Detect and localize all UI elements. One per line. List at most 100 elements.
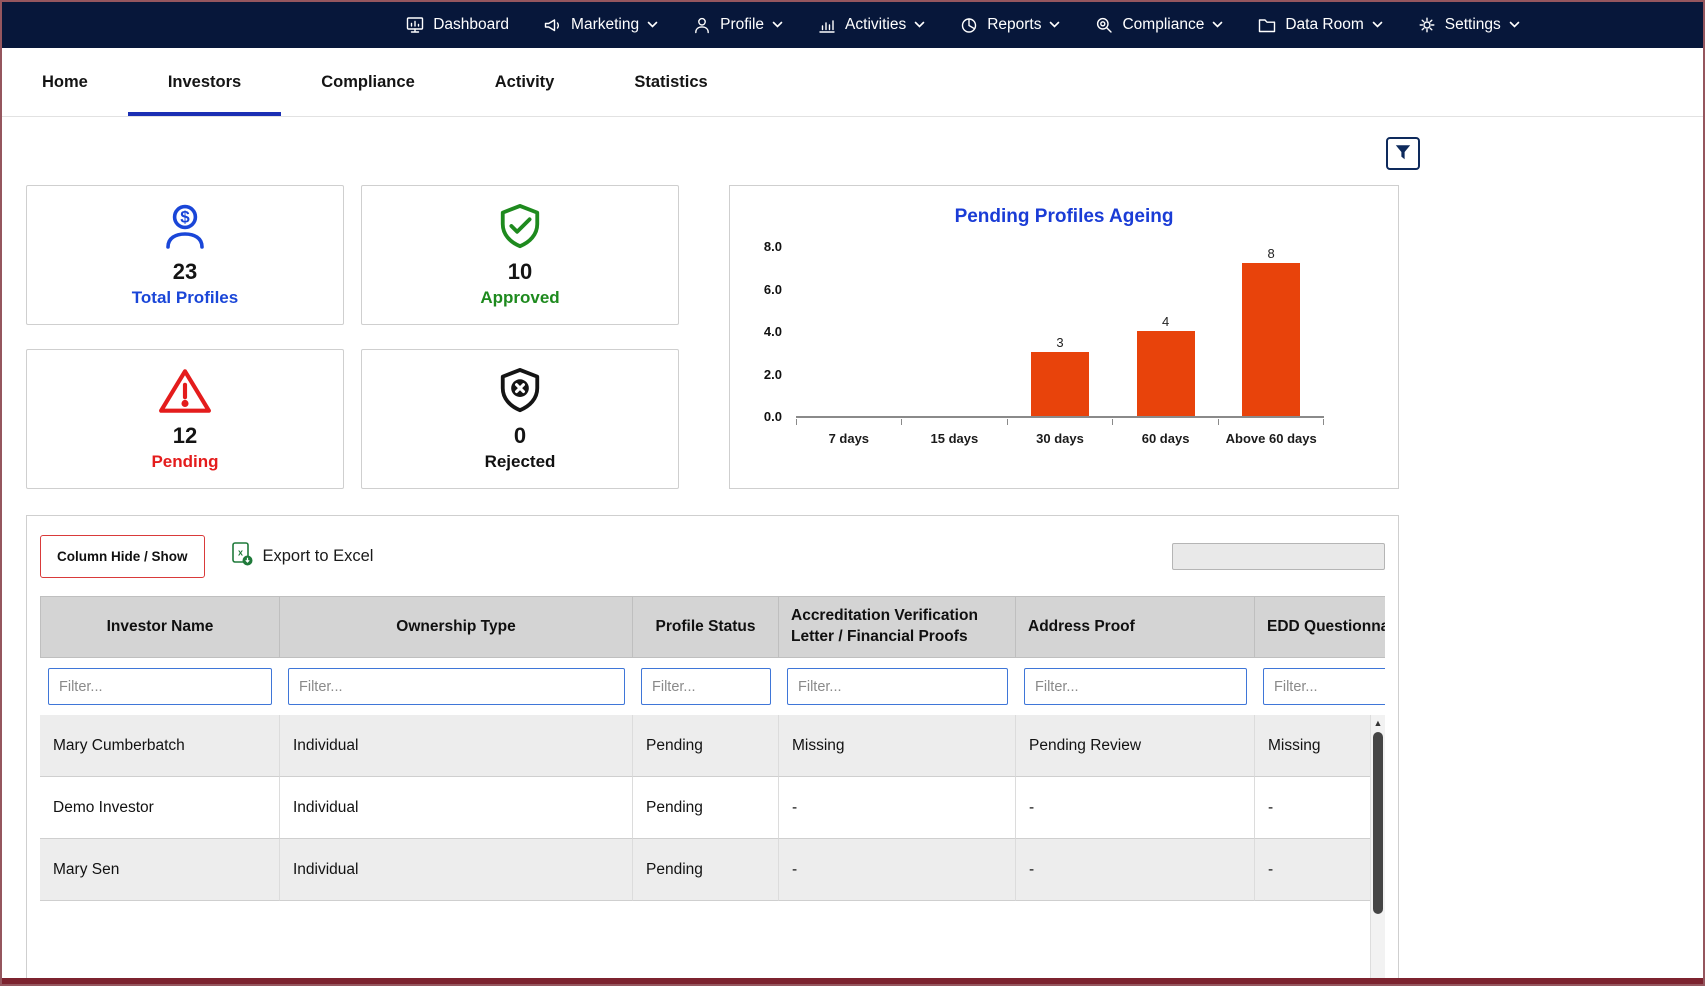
- table-header-row: Investor Name Ownership Type Profile Sta…: [40, 596, 1385, 658]
- profiles-icon: $: [159, 203, 211, 256]
- y-tick-label: 6.0: [764, 282, 782, 297]
- column-header-investor-name[interactable]: Investor Name: [40, 596, 280, 658]
- nav-label: Activities: [845, 16, 906, 34]
- nav-item-profile[interactable]: Profile: [692, 15, 783, 35]
- chevron-down-icon: [1509, 21, 1520, 29]
- card-value: 23: [173, 259, 197, 285]
- cell-investor-name: Demo Investor: [40, 777, 280, 839]
- chevron-down-icon: [1049, 21, 1060, 29]
- export-to-excel-button[interactable]: x Export to Excel: [229, 541, 374, 572]
- chart-bar: [1242, 263, 1300, 416]
- card-label: Pending: [151, 452, 218, 472]
- table-toolbar: Column Hide / Show x Export to Excel: [27, 516, 1398, 596]
- cell-ownership-type: Individual: [280, 715, 633, 777]
- folder-icon: [1257, 15, 1277, 35]
- chevron-down-icon: [772, 21, 783, 29]
- filter-input-profile-status[interactable]: [641, 668, 771, 705]
- y-tick-label: 0.0: [764, 409, 782, 424]
- cell-address-proof: Pending Review: [1016, 715, 1255, 777]
- pending-profiles-ageing-chart: Pending Profiles Ageing 0.02.04.06.08.0 …: [729, 185, 1399, 489]
- shield-check-icon: [497, 203, 543, 256]
- y-tick-label: 2.0: [764, 367, 782, 382]
- nav-item-dashboard[interactable]: Dashboard: [405, 15, 509, 35]
- card-label: Rejected: [485, 452, 556, 472]
- scrollbar-thumb[interactable]: [1373, 732, 1383, 914]
- pie-chart-icon: [959, 15, 979, 35]
- card-approved: 10 Approved: [361, 185, 679, 325]
- bar-chart-icon: [817, 15, 837, 35]
- card-value: 0: [514, 423, 526, 449]
- filter-input-address-proof[interactable]: [1024, 668, 1247, 705]
- dashboard-icon: [405, 15, 425, 35]
- svg-text:$: $: [180, 207, 190, 226]
- filter-input-ownership-type[interactable]: [288, 668, 625, 705]
- y-tick-label: 8.0: [764, 239, 782, 254]
- chart-title: Pending Profiles Ageing: [730, 206, 1398, 228]
- column-header-accreditation[interactable]: Accreditation Verification Letter / Fina…: [779, 596, 1016, 658]
- magnifier-gear-icon: [1094, 15, 1114, 35]
- table-row[interactable]: Mary Cumberbatch Individual Pending Miss…: [40, 715, 1385, 777]
- gear-icon: [1417, 15, 1437, 35]
- tab-compliance[interactable]: Compliance: [281, 48, 455, 116]
- nav-item-settings[interactable]: Settings: [1417, 15, 1520, 35]
- filter-input-accreditation[interactable]: [787, 668, 1008, 705]
- megaphone-icon: [543, 15, 563, 35]
- filter-button[interactable]: [1386, 137, 1420, 170]
- nav-item-activities[interactable]: Activities: [817, 15, 925, 35]
- table-filter-row: [40, 658, 1385, 715]
- table-row[interactable]: Mary Sen Individual Pending - - -: [40, 839, 1385, 901]
- investors-table-panel: Column Hide / Show x Export to Excel Inv…: [26, 515, 1399, 986]
- x-category-label: Above 60 days: [1197, 431, 1345, 446]
- tab-statistics[interactable]: Statistics: [594, 48, 747, 116]
- cell-edd: Missing: [1255, 715, 1385, 777]
- chart-bar-group: 7 days: [796, 246, 902, 416]
- excel-icon: x: [229, 541, 253, 572]
- vertical-scrollbar[interactable]: ▲: [1370, 715, 1385, 984]
- tab-home[interactable]: Home: [2, 48, 128, 116]
- table-row[interactable]: Demo Investor Individual Pending - - -: [40, 777, 1385, 839]
- table-search-input[interactable]: [1172, 543, 1385, 570]
- tab-bar: Home Investors Compliance Activity Stati…: [2, 48, 1703, 117]
- filter-input-edd-questionnaire[interactable]: [1263, 668, 1385, 705]
- column-header-profile-status[interactable]: Profile Status: [633, 596, 779, 658]
- chart-bar-group: 15 days: [902, 246, 1008, 416]
- nav-label: Marketing: [571, 16, 639, 34]
- nav-label: Reports: [987, 16, 1041, 34]
- page-content: $ 23 Total Profiles 10 Approved 12 Pendi…: [2, 117, 1703, 982]
- nav-item-reports[interactable]: Reports: [959, 15, 1060, 35]
- scrollbar-up-arrow[interactable]: ▲: [1371, 715, 1385, 728]
- card-value: 12: [173, 423, 197, 449]
- horizontal-scrollbar[interactable]: [2, 978, 1703, 984]
- column-header-edd-questionnaire[interactable]: EDD Questionnaire: [1255, 596, 1385, 658]
- chart-plot-area: 0.02.04.06.08.0 7 days15 days330 days460…: [796, 246, 1324, 418]
- column-hide-show-button[interactable]: Column Hide / Show: [40, 535, 205, 578]
- bar-value-label: 4: [1162, 314, 1169, 329]
- chart-bars: 7 days15 days330 days460 days8Above 60 d…: [796, 246, 1324, 416]
- cell-ownership-type: Individual: [280, 839, 633, 901]
- chart-bar-group: 460 days: [1113, 246, 1219, 416]
- app-window: Dashboard Marketing Profile Activities R…: [0, 0, 1705, 986]
- nav-item-marketing[interactable]: Marketing: [543, 15, 658, 35]
- cell-accreditation: -: [779, 777, 1016, 839]
- chevron-down-icon: [914, 21, 925, 29]
- card-label: Approved: [480, 288, 559, 308]
- tab-investors[interactable]: Investors: [128, 48, 281, 116]
- cell-accreditation: Missing: [779, 715, 1016, 777]
- funnel-icon: [1394, 143, 1412, 164]
- nav-item-data-room[interactable]: Data Room: [1257, 15, 1382, 35]
- cell-investor-name: Mary Sen: [40, 839, 280, 901]
- tab-activity[interactable]: Activity: [455, 48, 595, 116]
- chevron-down-icon: [647, 21, 658, 29]
- bar-value-label: 3: [1056, 335, 1063, 350]
- nav-item-compliance[interactable]: Compliance: [1094, 15, 1223, 35]
- svg-text:x: x: [237, 547, 242, 557]
- column-header-address-proof[interactable]: Address Proof: [1016, 596, 1255, 658]
- filter-input-investor-name[interactable]: [48, 668, 272, 705]
- cell-address-proof: -: [1016, 777, 1255, 839]
- column-header-ownership-type[interactable]: Ownership Type: [280, 596, 633, 658]
- cell-profile-status: Pending: [633, 839, 779, 901]
- card-pending: 12 Pending: [26, 349, 344, 489]
- card-value: 10: [508, 259, 532, 285]
- cell-profile-status: Pending: [633, 777, 779, 839]
- investors-table: Investor Name Ownership Type Profile Sta…: [40, 596, 1385, 984]
